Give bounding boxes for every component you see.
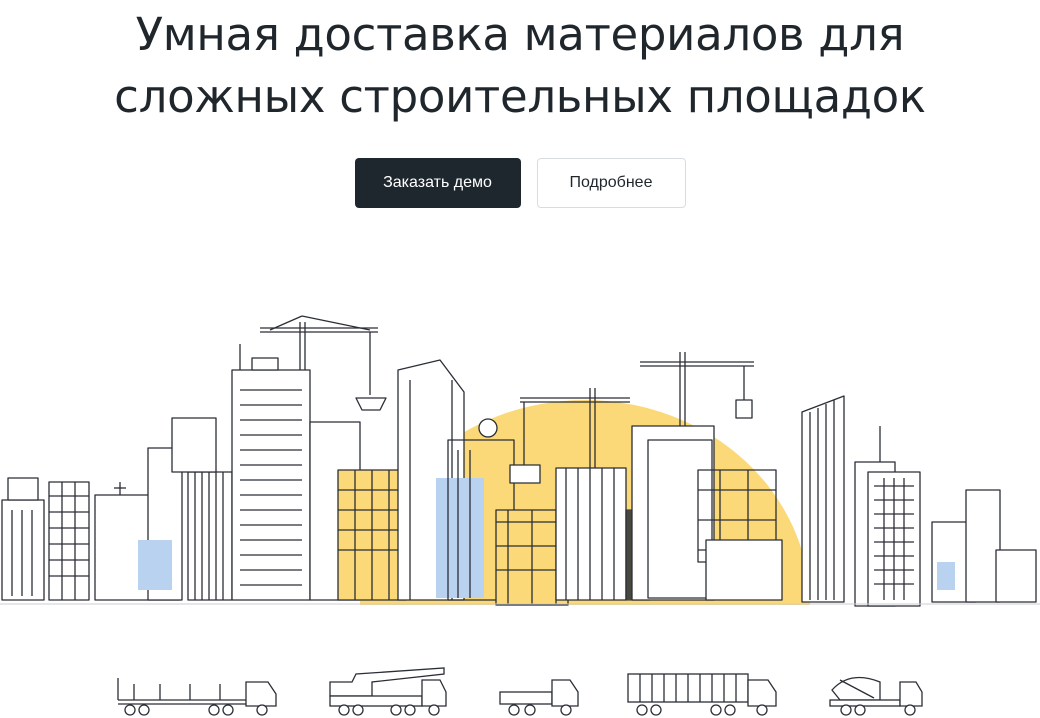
building-striped-mid	[555, 467, 627, 601]
window-blue-1	[138, 540, 172, 590]
flatbed-truck-icon	[117, 678, 277, 716]
cta-row: Заказать демо Подробнее	[0, 158, 1040, 208]
building-windowed-right	[854, 426, 921, 607]
concrete-mixer-icon	[829, 676, 923, 716]
building-slim-right	[801, 395, 845, 603]
window-blue-3	[937, 562, 955, 590]
vehicle-row	[117, 667, 923, 716]
tower-tall-left	[231, 344, 311, 601]
hero-title: Умная доставка материалов для сложных ст…	[0, 4, 1040, 128]
building-left-small	[1, 477, 45, 601]
order-demo-button[interactable]: Заказать демо	[354, 158, 521, 208]
building-scaffold-left	[309, 421, 407, 601]
window-blue-2	[436, 478, 484, 598]
hero-title-line-2: сложных строительных площадок	[114, 70, 926, 123]
learn-more-button[interactable]: Подробнее	[536, 158, 686, 208]
building-grid-left	[48, 481, 90, 601]
crane-truck-icon	[329, 667, 447, 716]
small-truck-icon	[499, 679, 579, 716]
city-skyline-illustration	[0, 315, 1040, 607]
container-truck-icon	[627, 673, 777, 716]
hero-title-line-1: Умная доставка материалов для	[135, 8, 905, 61]
